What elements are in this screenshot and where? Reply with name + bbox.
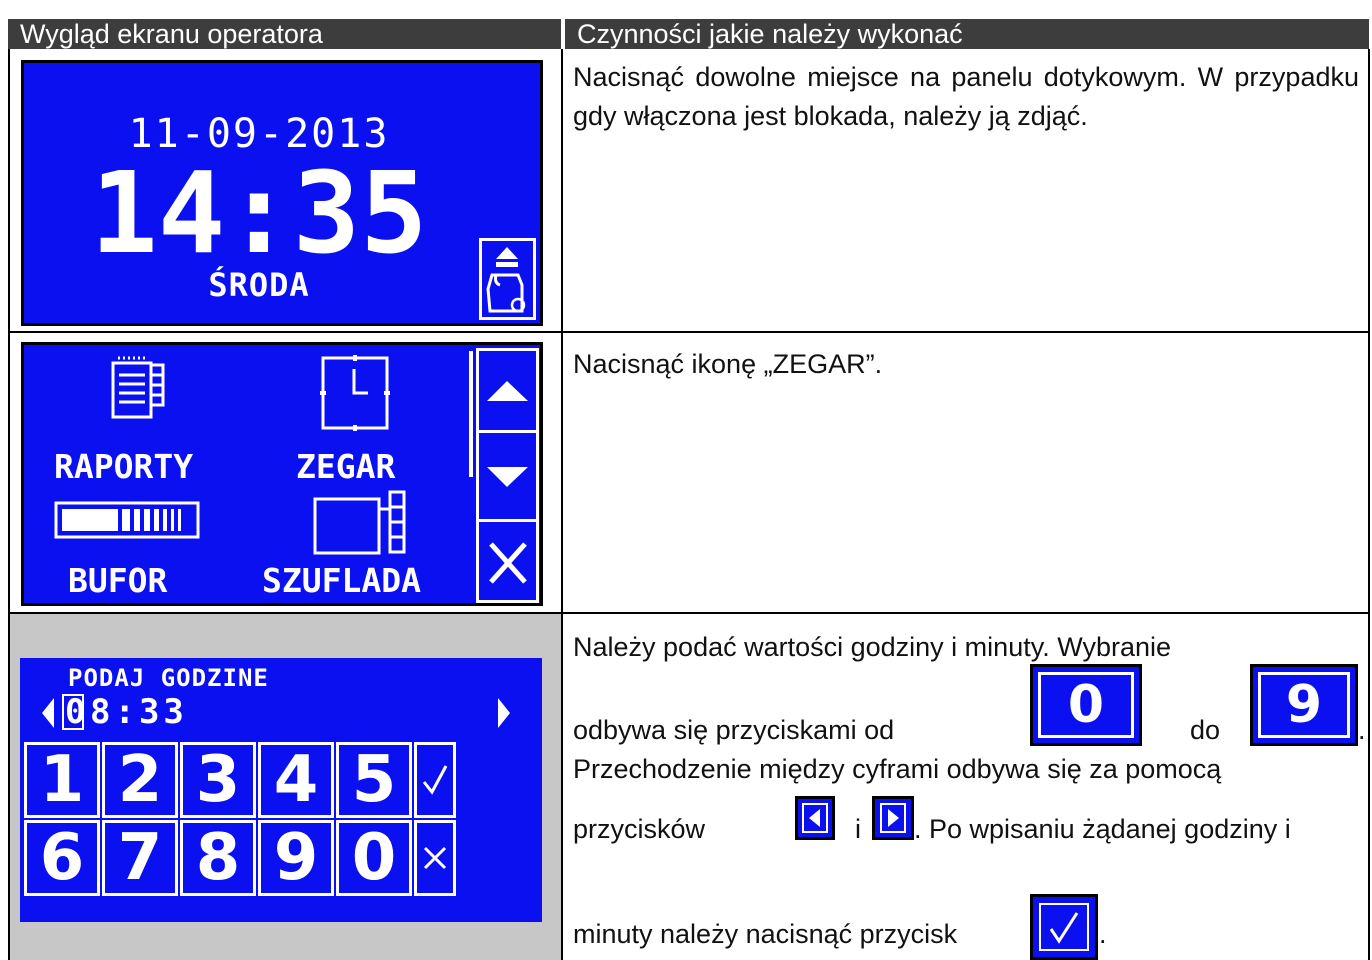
column-header-screen: Wygląd ekranu operatora: [8, 19, 561, 49]
instruction-row3-line5-end: .: [1099, 919, 1107, 949]
arrow-up-icon: [487, 381, 528, 401]
instruction-row3-line3: Przechodzenie między cyframi odbywa się …: [573, 754, 1222, 784]
drawer-icon: [313, 490, 406, 555]
arrow-left-icon[interactable]: [40, 696, 56, 730]
time-entry-title: PODAJ GODZINE: [68, 664, 269, 692]
scroll-up-button[interactable]: [476, 348, 539, 433]
arrow-right-icon[interactable]: [496, 696, 512, 730]
row-divider-1: [8, 331, 1370, 333]
key-0[interactable]: 0: [336, 820, 412, 896]
key-3[interactable]: 3: [180, 742, 256, 818]
time-entry-screen: PODAJ GODZINE 0 8:33 1 2 3 4 5 6 7 8 9 0: [20, 658, 542, 922]
arrow-down-icon: [487, 467, 528, 487]
close-icon: [423, 846, 447, 870]
menu-item-bufor[interactable]: BUFOR: [48, 493, 248, 605]
column-header-actions: Czynności jakie należy wykonać: [563, 19, 1369, 49]
key-6[interactable]: 6: [24, 820, 100, 896]
screen-day: ŚRODA: [208, 266, 310, 304]
reports-icon: [111, 356, 165, 419]
lock-icon: [486, 247, 526, 313]
arrow-right-icon: [880, 803, 906, 833]
instruction-row1: Nacisnąć dowolne miejsce na panelu dotyk…: [573, 62, 1359, 131]
key-9[interactable]: 9: [258, 820, 334, 896]
close-icon: [489, 542, 527, 584]
instruction-row3-line4a: przycisków: [573, 814, 706, 844]
cancel-button[interactable]: [414, 820, 456, 896]
arrow-left-key-icon: [795, 796, 835, 840]
key-1[interactable]: 1: [24, 742, 100, 818]
menu-item-raporty[interactable]: RAPORTY: [48, 355, 228, 486]
check-icon: [1039, 903, 1089, 951]
menu-label-raporty: RAPORTY: [54, 447, 194, 486]
instruction-row3-line2a: odbywa się przyciskami od: [573, 715, 895, 745]
instruction-row3-line5a: minuty należy nacisnąć przycisk: [573, 919, 958, 949]
arrow-left-icon: [802, 803, 828, 833]
digit-key-0-icon: 0: [1030, 664, 1142, 746]
key-5[interactable]: 5: [336, 742, 412, 818]
digit-key-9-icon: 9: [1250, 664, 1358, 746]
scroll-down-button[interactable]: [476, 430, 539, 522]
clock-icon: [320, 355, 390, 431]
confirm-button[interactable]: [414, 742, 456, 818]
scrollbar-track[interactable]: [469, 351, 473, 477]
instruction-row3-line4c: . Po wpisaniu żądanej godziny i: [914, 814, 1291, 844]
menu-label-szuflada: SZUFLADA: [262, 561, 421, 600]
key-7[interactable]: 7: [102, 820, 178, 896]
confirm-key-icon: [1030, 894, 1098, 960]
menu-label-zegar: ZEGAR: [296, 447, 396, 486]
close-button[interactable]: [476, 519, 539, 603]
buffer-icon: [54, 501, 200, 539]
menu-screen: RAPORTY ZEGAR BUFOR SZUFLADA: [21, 342, 543, 606]
time-entry-value: 8:33: [90, 692, 188, 732]
lock-button[interactable]: [479, 238, 536, 320]
menu-item-szuflada[interactable]: SZUFLADA: [262, 485, 472, 605]
menu-label-bufor: BUFOR: [68, 561, 168, 600]
screen-time: 14:35: [90, 149, 428, 279]
arrow-right-key-icon: [872, 796, 914, 840]
time-entry-first-digit: 0: [65, 692, 86, 732]
instruction-row3-line2-end: .: [1358, 715, 1366, 745]
menu-item-zegar[interactable]: ZEGAR: [284, 355, 464, 486]
table-border-right: [1368, 49, 1370, 960]
check-icon: [422, 765, 448, 795]
key-4[interactable]: 4: [258, 742, 334, 818]
key-8[interactable]: 8: [180, 820, 256, 896]
instruction-row3-line1: Należy podać wartości godziny i minuty. …: [573, 632, 1172, 662]
instruction-row3-line2b: do: [1190, 715, 1221, 745]
table-border-middle: [561, 49, 563, 960]
instruction-row2: Nacisnąć ikonę „ZEGAR”.: [573, 349, 883, 379]
instruction-row3-line4b: i: [855, 814, 861, 844]
key-2[interactable]: 2: [102, 742, 178, 818]
idle-screen[interactable]: 11-09-2013 14:35 ŚRODA: [21, 60, 543, 326]
